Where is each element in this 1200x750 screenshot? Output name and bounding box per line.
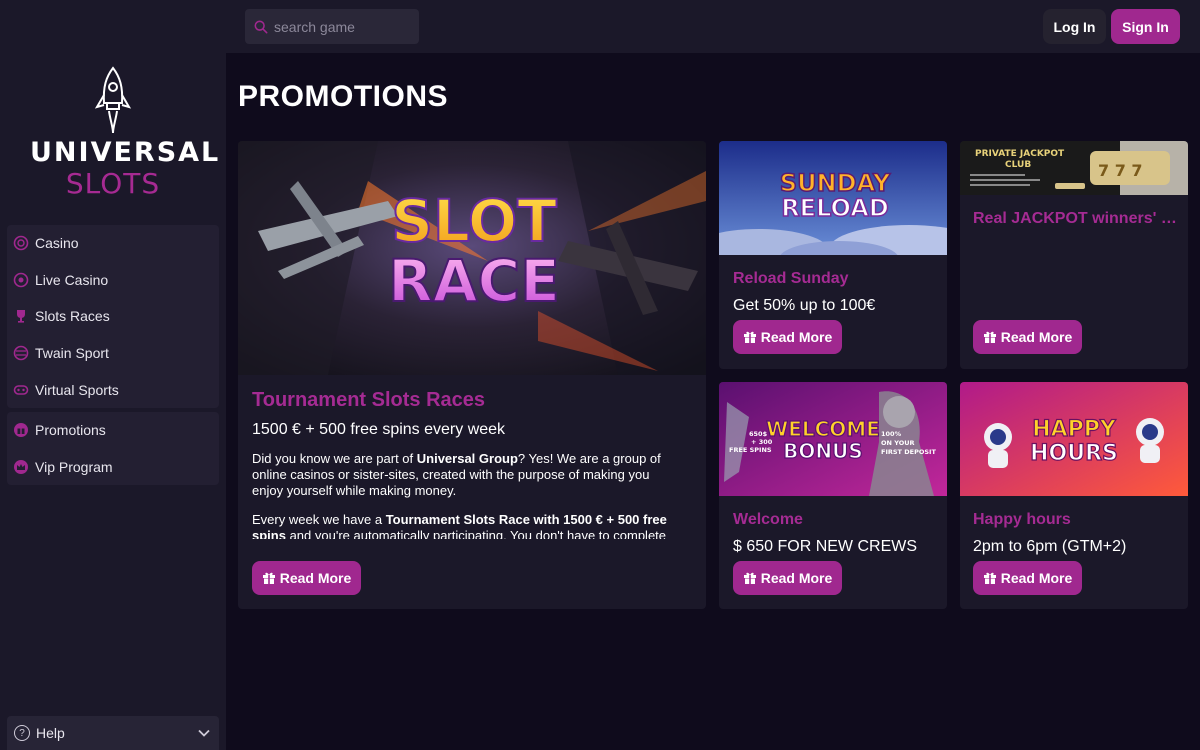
read-more-button[interactable]: Read More	[252, 561, 361, 595]
read-more-button[interactable]: Read More	[973, 320, 1082, 354]
help-icon: ?	[14, 725, 30, 741]
promo-card-reload-sunday: SUNDAY RELOAD Reload Sunday Get 50% up t…	[719, 141, 947, 369]
svg-text:RELOAD: RELOAD	[781, 194, 889, 222]
top-bar: Log In Sign In	[0, 0, 1200, 53]
gift-icon	[743, 331, 756, 343]
sidebar-nav-secondary: Promotions Vip Program	[7, 412, 219, 486]
trophy-icon	[13, 308, 29, 324]
svg-text:FIRST DEPOSIT: FIRST DEPOSIT	[881, 448, 936, 456]
sunday-reload-banner[interactable]: SUNDAY RELOAD	[719, 141, 947, 255]
signin-button[interactable]: Sign In	[1111, 9, 1180, 44]
read-more-button[interactable]: Read More	[733, 561, 842, 595]
sidebar: UNIVERSAL SLOTS Casino Live Casino Slots…	[0, 53, 226, 750]
gift-icon	[983, 331, 996, 343]
promo-subtitle: Get 50% up to 100€	[733, 297, 876, 314]
promo-title: Happy hours	[973, 511, 1071, 528]
live-casino-icon	[13, 272, 29, 288]
sidebar-item-vip-program[interactable]: Vip Program	[7, 449, 219, 486]
banner-text-slot: SLOT	[391, 187, 557, 255]
sidebar-item-label: Vip Program	[35, 458, 113, 475]
brand-name-line2: SLOTS	[65, 167, 161, 200]
crown-icon	[13, 459, 29, 475]
happy-hours-banner[interactable]: HAPPY HOURS	[960, 382, 1188, 496]
svg-text:PRIVATE JACKPOT: PRIVATE JACKPOT	[975, 149, 1065, 159]
promo-subtitle: 1500 € + 500 free spins every week	[252, 421, 506, 438]
svg-text:FREE SPINS: FREE SPINS	[729, 446, 772, 454]
gift-icon	[13, 422, 29, 438]
sidebar-item-label: Promotions	[35, 422, 106, 439]
svg-text:SUNDAY: SUNDAY	[780, 169, 891, 197]
promo-title: Tournament Slots Races	[252, 389, 486, 411]
svg-text:WELCOME: WELCOME	[766, 417, 880, 441]
slot-race-banner[interactable]: SLOT RACE	[238, 141, 706, 375]
read-more-button[interactable]: Read More	[733, 320, 842, 354]
svg-text:HOURS: HOURS	[1030, 441, 1118, 466]
gift-icon	[262, 572, 275, 584]
search-box[interactable]	[245, 9, 419, 44]
svg-text:CLUB: CLUB	[1005, 160, 1031, 170]
gift-icon	[743, 572, 756, 584]
rocket-icon	[94, 66, 132, 134]
promo-card-happy-hours: HAPPY HOURS Happy hours 2pm to 6pm (GTM+…	[960, 382, 1188, 609]
svg-text:650$: 650$	[749, 430, 768, 438]
sport-ball-icon	[13, 345, 29, 361]
read-more-button[interactable]: Read More	[973, 561, 1082, 595]
login-button[interactable]: Log In	[1043, 9, 1106, 44]
banner-text-race: RACE	[388, 247, 560, 315]
jackpot-club-banner[interactable]: 7 7 7 PRIVATE JACKPOT CLUB	[960, 141, 1188, 195]
sidebar-item-casino[interactable]: Casino	[7, 225, 219, 262]
sidebar-item-live-casino[interactable]: Live Casino	[7, 262, 219, 299]
help-label: Help	[36, 725, 65, 741]
promo-description: Did you know we are part of Universal Gr…	[252, 451, 667, 539]
promo-card-jackpot: 7 7 7 PRIVATE JACKPOT CLUB Real JACKPOT …	[960, 141, 1188, 369]
gift-icon	[983, 572, 996, 584]
page-title: PROMOTIONS	[238, 80, 449, 113]
sidebar-item-label: Casino	[35, 235, 79, 252]
svg-text:100%: 100%	[881, 430, 902, 438]
sidebar-item-virtual-sports[interactable]: Virtual Sports	[7, 371, 219, 408]
promo-title: Welcome	[733, 511, 803, 528]
svg-text:ON YOUR: ON YOUR	[881, 439, 915, 447]
welcome-bonus-banner[interactable]: WELCOME BONUS 650$ + 300 FREE SPINS 100%…	[719, 382, 947, 496]
promo-title: Real JACKPOT winners' club	[973, 210, 1177, 227]
brand-logo[interactable]: UNIVERSAL SLOTS	[30, 65, 221, 205]
sidebar-item-slots-races[interactable]: Slots Races	[7, 298, 219, 335]
sidebar-item-promotions[interactable]: Promotions	[7, 412, 219, 449]
sidebar-item-twain-sport[interactable]: Twain Sport	[7, 335, 219, 372]
search-input[interactable]	[274, 18, 414, 35]
sidebar-nav-main: Casino Live Casino Slots Races Twain Spo…	[7, 225, 219, 408]
sidebar-item-label: Twain Sport	[35, 345, 109, 362]
promo-title: Reload Sunday	[733, 270, 849, 287]
promo-card-featured: SLOT RACE Tournament Slots Races 1500 € …	[238, 141, 706, 609]
casino-chip-icon	[13, 235, 29, 251]
svg-text:HAPPY: HAPPY	[1032, 417, 1117, 442]
svg-text:BONUS: BONUS	[783, 439, 863, 463]
svg-text:7 7 7: 7 7 7	[1098, 161, 1143, 180]
sidebar-item-label: Slots Races	[35, 308, 110, 325]
promo-subtitle: 2pm to 6pm (GTM+2)	[973, 538, 1127, 555]
chevron-down-icon	[198, 729, 210, 737]
gamepad-icon	[13, 382, 29, 398]
sidebar-item-label: Live Casino	[35, 271, 109, 288]
search-icon	[254, 20, 268, 33]
brand-name-line1: UNIVERSAL	[30, 137, 221, 168]
help-toggle[interactable]: ? Help	[7, 716, 219, 750]
sidebar-item-label: Virtual Sports	[35, 381, 119, 398]
promo-card-welcome: WELCOME BONUS 650$ + 300 FREE SPINS 100%…	[719, 382, 947, 609]
svg-text:+ 300: + 300	[751, 438, 773, 446]
promo-subtitle: $ 650 FOR NEW CREWS	[733, 538, 918, 555]
